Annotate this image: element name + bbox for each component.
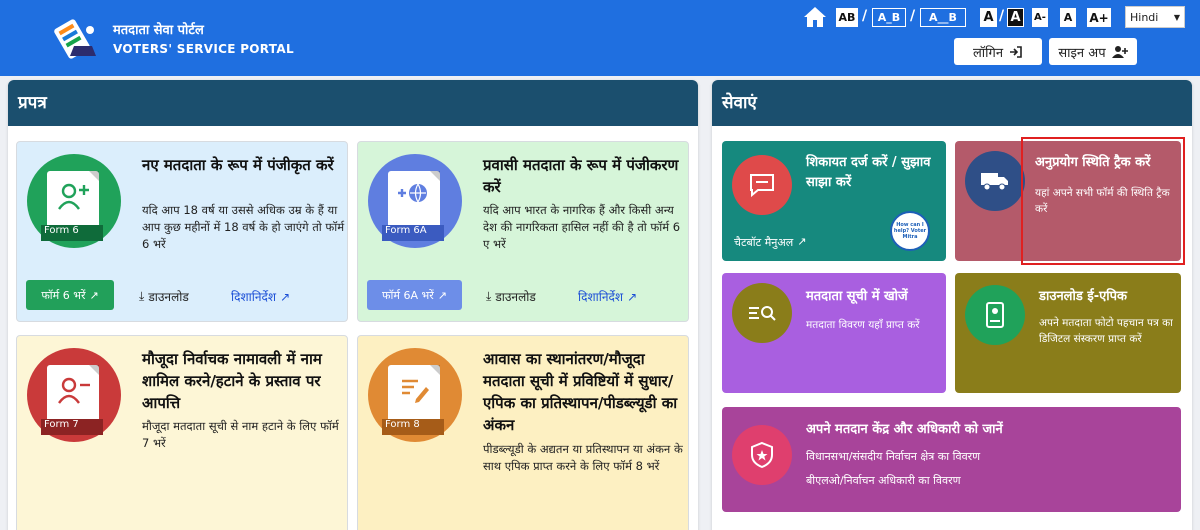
complaint-card[interactable]: शिकायत दर्ज करें / सुझाव साझा करें चैटबॉ… bbox=[722, 141, 946, 261]
voter-mitra-badge-text: How can I help? Voter Mitra bbox=[893, 222, 927, 240]
fill-form6-label: फॉर्म 6 भरें bbox=[41, 288, 86, 302]
document-icon bbox=[47, 365, 99, 425]
complaint-title: शिकायत दर्ज करें / सुझाव साझा करें bbox=[806, 155, 931, 190]
track-badge bbox=[965, 151, 1025, 211]
truck-icon bbox=[981, 173, 1008, 191]
blo-officer-details-link[interactable]: बीएलओ/निर्वाचन अधिकारी का विवरण bbox=[806, 473, 1166, 489]
epic-badge bbox=[965, 285, 1025, 345]
form6a-card[interactable]: Form 6A प्रवासी मतदाता के रूप में पंजीकर… bbox=[357, 141, 689, 322]
form6-title: नए मतदाता के रूप में पंजीकृत करें bbox=[142, 156, 334, 174]
form6a-download-link[interactable]: ⤓ डाउनलोड bbox=[486, 288, 536, 305]
form6a-label: Form 6A bbox=[382, 225, 444, 241]
signup-button[interactable]: साइन अप bbox=[1049, 38, 1137, 65]
arrow-up-right-icon: ↗ bbox=[437, 288, 447, 302]
separator: / bbox=[862, 8, 868, 24]
normal-contrast-button[interactable]: A bbox=[980, 8, 997, 27]
chatbot-manual-link[interactable]: चैटबॉट मैनुअल ↗ bbox=[734, 235, 806, 250]
form8-card[interactable]: Form 8 आवास का स्थानांतरण/मौजूदा मतदाता … bbox=[357, 335, 689, 530]
arrow-up-right-icon: ↗ bbox=[89, 288, 99, 302]
download-epic-card[interactable]: डाउनलोड ई-एपिक अपने मतदाता फोटो पहचान पत… bbox=[955, 273, 1181, 393]
login-label: लॉगिन bbox=[972, 45, 1004, 61]
form6a-title: प्रवासी मतदाता के रूप में पंजीकरण करें bbox=[483, 156, 679, 196]
form6-guidelines-link[interactable]: दिशानिर्देश ↗ bbox=[231, 288, 290, 305]
login-icon bbox=[1010, 45, 1022, 58]
form6a-description: यदि आप भारत के नागरिक हैं और किसी अन्य द… bbox=[483, 203, 681, 251]
chat-icon bbox=[750, 174, 774, 198]
form8-badge: Form 8 bbox=[368, 348, 462, 442]
font-decrease-button[interactable]: A- bbox=[1032, 8, 1048, 27]
form7-card[interactable]: Form 7 मौजूदा निर्वाचक नामावली में नाम श… bbox=[16, 335, 348, 530]
login-button[interactable]: लॉगिन bbox=[954, 38, 1042, 65]
search-electoral-roll-card[interactable]: मतदाता सूची में खोजें मतदाता विवरण यहाँ … bbox=[722, 273, 946, 393]
form6-description: यदि आप 18 वर्ष या उससे अधिक उम्र के हैं … bbox=[142, 203, 345, 251]
fill-form6-button[interactable]: फॉर्म 6 भरें ↗ bbox=[26, 280, 114, 310]
download-icon: ⤓ bbox=[486, 289, 492, 303]
search-roll-title: मतदाता सूची में खोजें bbox=[806, 289, 908, 304]
form6-download-label: डाउनलोड bbox=[148, 290, 189, 304]
fill-form6a-label: फॉर्म 6A भरें bbox=[382, 288, 434, 302]
shield-star-icon bbox=[751, 441, 773, 469]
form6-badge: Form 6 bbox=[27, 154, 121, 248]
form8-label: Form 8 bbox=[382, 419, 444, 435]
arrow-up-right-icon: ↗ bbox=[280, 289, 291, 304]
eci-logo-icon[interactable] bbox=[52, 16, 102, 64]
chatbot-manual-label: चैटबॉट मैनुअल bbox=[734, 236, 794, 249]
search-badge bbox=[732, 283, 792, 343]
brand-hindi: मतदाता सेवा पोर्टल bbox=[113, 23, 204, 38]
form7-badge: Form 7 bbox=[27, 348, 121, 442]
separator: / bbox=[910, 8, 916, 24]
arrow-up-right-icon: ↗ bbox=[627, 289, 638, 304]
chevron-down-icon: ▼ bbox=[1173, 12, 1180, 22]
form6a-guidelines-label: दिशानिर्देश bbox=[578, 290, 624, 304]
separator: / bbox=[999, 8, 1005, 24]
form6a-download-label: डाउनलोड bbox=[495, 290, 536, 304]
form6-download-link[interactable]: ⤓ डाउनलोड bbox=[139, 288, 189, 305]
id-card-icon bbox=[986, 302, 1004, 328]
language-value: Hindi bbox=[1130, 10, 1159, 24]
language-select[interactable]: Hindi ▼ bbox=[1125, 6, 1185, 28]
add-user-icon bbox=[1111, 45, 1128, 58]
forms-panel-title: प्रपत्र bbox=[8, 80, 698, 126]
constituency-details-link[interactable]: विधानसभा/संसदीय निर्वाचन क्षेत्र का विवर… bbox=[806, 449, 1166, 465]
polling-badge bbox=[732, 425, 792, 485]
search-list-icon bbox=[749, 306, 776, 321]
font-normal-button[interactable]: A bbox=[1060, 8, 1076, 27]
top-header: मतदाता सेवा पोर्टल VOTERS' SERVICE PORTA… bbox=[0, 0, 1200, 76]
document-icon bbox=[47, 171, 99, 231]
complaint-badge bbox=[732, 155, 792, 215]
form6-label: Form 6 bbox=[41, 225, 103, 241]
form7-label: Form 7 bbox=[41, 419, 103, 435]
brand-english: VOTERS' SERVICE PORTAL bbox=[113, 42, 294, 56]
highlight-box bbox=[1021, 137, 1185, 265]
form6-guidelines-label: दिशानिर्देश bbox=[231, 290, 277, 304]
form8-description: पीडब्ल्यूडी के अद्यतन या प्रतिस्थापन या … bbox=[483, 442, 683, 473]
text-spacing-normal-button[interactable]: AB bbox=[836, 8, 858, 27]
form8-title: आवास का स्थानांतरण/मौजूदा मतदाता सूची मे… bbox=[483, 350, 678, 434]
document-icon bbox=[388, 171, 440, 231]
form6a-guidelines-link[interactable]: दिशानिर्देश ↗ bbox=[578, 288, 637, 305]
document-icon bbox=[388, 365, 440, 425]
text-spacing-medium-button[interactable]: A_B bbox=[872, 8, 906, 27]
signup-label: साइन अप bbox=[1058, 45, 1106, 61]
search-roll-description: मतदाता विवरण यहाँ प्राप्त करें bbox=[806, 319, 920, 331]
download-icon: ⤓ bbox=[139, 289, 145, 303]
services-panel-title: सेवाएं bbox=[712, 80, 1192, 126]
home-icon[interactable] bbox=[803, 6, 827, 28]
high-contrast-button[interactable]: A bbox=[1007, 8, 1024, 27]
voter-mitra-chatbot-icon[interactable]: How can I help? Voter Mitra bbox=[890, 211, 930, 251]
polling-title: अपने मतदान केंद्र और अधिकारी को जानें bbox=[806, 422, 1003, 437]
download-epic-title: डाउनलोड ई-एपिक bbox=[1039, 289, 1128, 304]
polling-station-card[interactable]: अपने मतदान केंद्र और अधिकारी को जानें वि… bbox=[722, 407, 1181, 512]
form6a-badge: Form 6A bbox=[368, 154, 462, 248]
form6-card[interactable]: Form 6 नए मतदाता के रूप में पंजीकृत करें… bbox=[16, 141, 348, 322]
font-increase-button[interactable]: A+ bbox=[1087, 8, 1111, 27]
text-spacing-large-button[interactable]: A__B bbox=[920, 8, 966, 27]
fill-form6a-button[interactable]: फॉर्म 6A भरें ↗ bbox=[367, 280, 462, 310]
form7-description: मौजूदा मतदाता सूची से नाम हटाने के लिए फ… bbox=[142, 419, 339, 450]
form7-title: मौजूदा निर्वाचक नामावली में नाम शामिल कर… bbox=[142, 350, 322, 412]
download-epic-description: अपने मतदाता फोटो पहचान पत्र का डिजिटल सं… bbox=[1039, 317, 1173, 345]
arrow-up-right-icon: ↗ bbox=[797, 235, 807, 248]
